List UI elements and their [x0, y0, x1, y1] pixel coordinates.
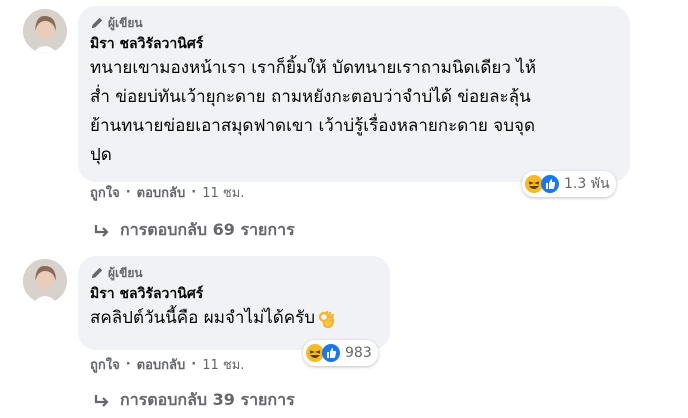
reaction-summary[interactable]: 1.3 พัน — [522, 171, 616, 197]
separator: · — [191, 357, 197, 372]
like-link[interactable]: ถูกใจ — [90, 354, 120, 375]
comment-bubble: ผู้เขียน มิรา ชลวิรัลวานิศร์ สคลิปต์วันน… — [78, 256, 390, 350]
reply-arrow-icon — [94, 224, 109, 237]
comment-text-body: สคลิปต์วันนี้คือ ผมจำไม่ได้ครับ — [90, 308, 316, 328]
replies-label: การตอบกลับ 39 รายการ — [120, 390, 295, 409]
ok-hand-icon — [318, 310, 335, 328]
comment-text: ทนายเขามองหน้าเรา เราก็ยิ้มให้ บัดทนายเร… — [90, 58, 537, 165]
avatar[interactable] — [23, 9, 67, 53]
comment: ผู้เขียน มิรา ชลวิรัลวานิศร์ ทนายเขามองห… — [0, 0, 688, 250]
pen-icon — [91, 267, 103, 279]
timestamp[interactable]: 11 ชม. — [202, 354, 244, 375]
comment-text: สคลิปต์วันนี้คือ ผมจำไม่ได้ครับ — [90, 304, 378, 333]
reaction-summary[interactable]: 983 — [303, 340, 378, 366]
like-icon — [541, 175, 559, 193]
comment: ผู้เขียน มิรา ชลวิรัลวานิศร์ สคลิปต์วันน… — [0, 250, 688, 418]
separator: · — [191, 185, 197, 200]
reaction-count: 1.3 พัน — [564, 176, 610, 192]
author-name[interactable]: มิรา ชลวิรัลวานิศร์ — [90, 284, 378, 304]
author-badge-label: ผู้เขียน — [108, 265, 143, 280]
author-badge: ผู้เขียน — [90, 264, 378, 282]
like-link[interactable]: ถูกใจ — [90, 182, 120, 203]
author-badge: ผู้เขียน — [90, 14, 618, 32]
reaction-count: 983 — [345, 345, 372, 361]
comment-actions: ถูกใจ · ตอบกลับ · 11 ชม. — [90, 354, 244, 375]
author-badge-label: ผู้เขียน — [108, 15, 143, 30]
like-icon — [322, 344, 340, 362]
reply-link[interactable]: ตอบกลับ — [137, 182, 186, 203]
separator: · — [125, 357, 131, 372]
view-replies[interactable]: การตอบกลับ 69 รายการ — [92, 218, 295, 243]
avatar[interactable] — [23, 259, 67, 303]
comment-actions: ถูกใจ · ตอบกลับ · 11 ชม. — [90, 182, 244, 203]
pen-icon — [91, 17, 103, 29]
separator: · — [125, 185, 131, 200]
view-replies[interactable]: การตอบกลับ 39 รายการ — [92, 388, 295, 413]
timestamp[interactable]: 11 ชม. — [202, 182, 244, 203]
reply-arrow-icon — [94, 394, 109, 407]
reply-link[interactable]: ตอบกลับ — [137, 354, 186, 375]
replies-label: การตอบกลับ 69 รายการ — [120, 220, 295, 239]
author-name[interactable]: มิรา ชลวิรัลวานิศร์ — [90, 34, 618, 54]
comment-bubble: ผู้เขียน มิรา ชลวิรัลวานิศร์ ทนายเขามองห… — [78, 6, 630, 182]
